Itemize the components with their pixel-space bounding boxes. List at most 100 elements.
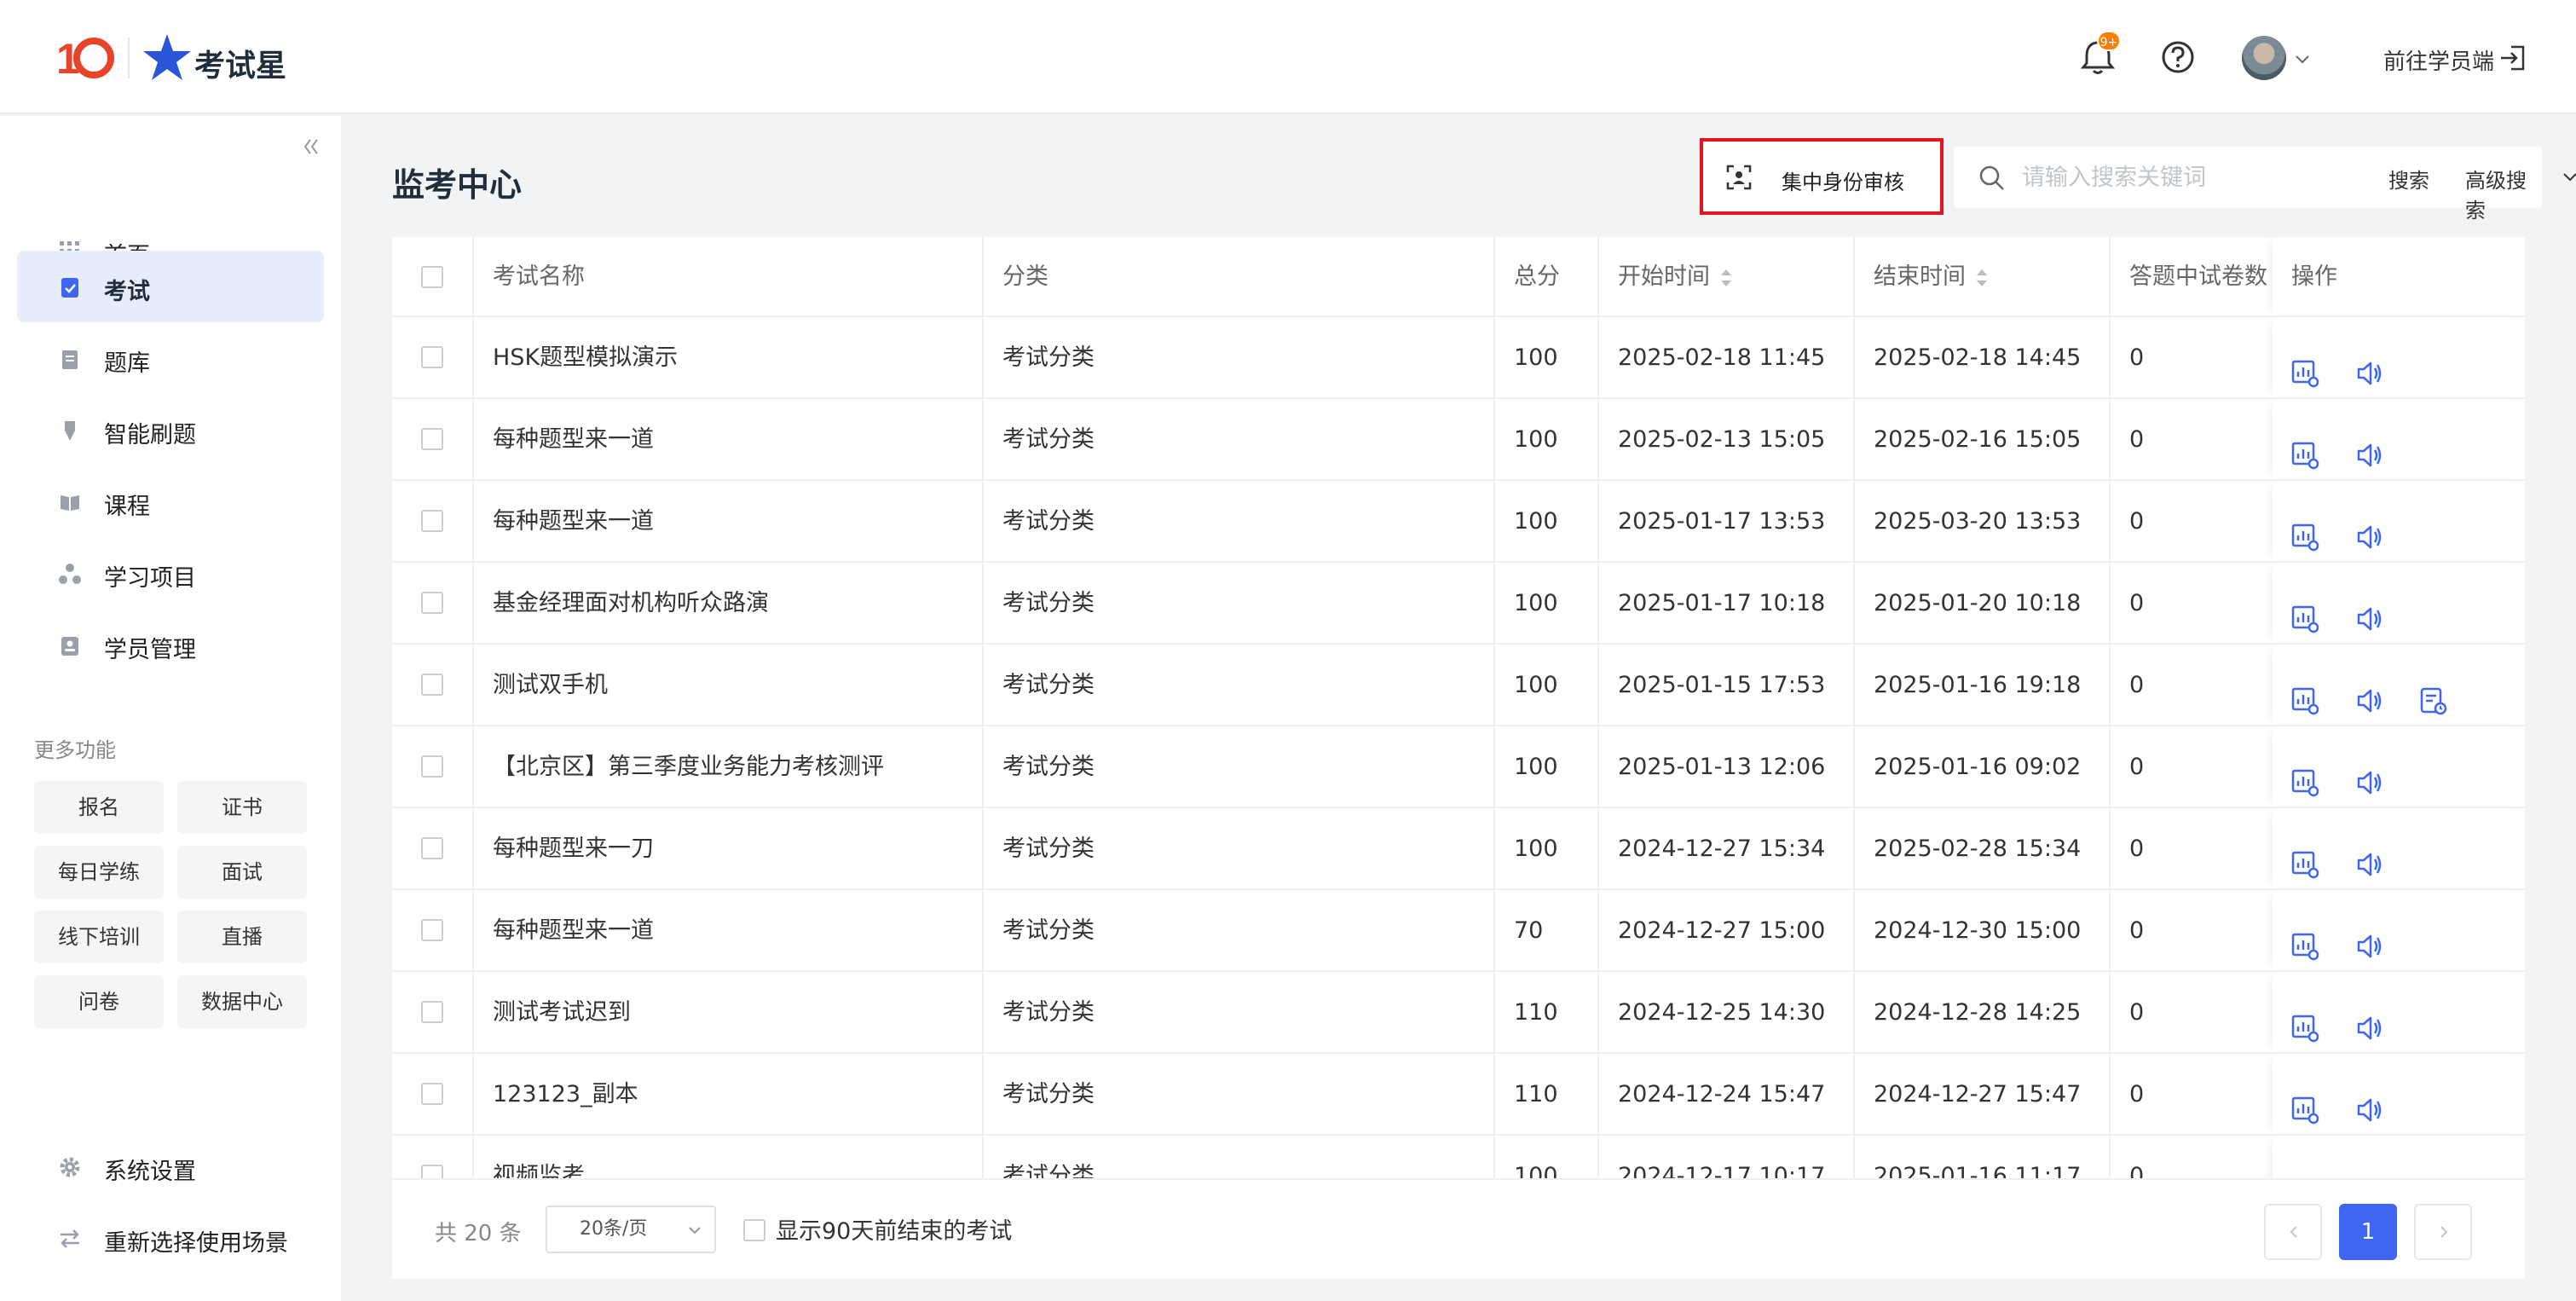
page-1-button[interactable]: 1 <box>2339 1204 2397 1260</box>
broadcast-speaker-icon[interactable] <box>2354 668 2385 713</box>
table-row[interactable]: HSK题型模拟演示 考试分类 100 2025-02-18 11:45 2025-02-… <box>392 317 2525 399</box>
broadcast-speaker-icon[interactable] <box>2354 587 2385 631</box>
function-certificate-button[interactable]: 证书 <box>177 781 307 834</box>
row-checkbox[interactable] <box>421 1165 443 1178</box>
actions-cell <box>2273 645 2525 725</box>
star-logo-icon[interactable] <box>142 32 193 82</box>
monitor-icon[interactable] <box>2290 505 2320 552</box>
table-row[interactable]: 基金经理面对机构听众路演 考试分类 100 2025-01-17 10:18 2025-… <box>392 563 2525 645</box>
exam-name-cell[interactable]: 测试双手机 <box>474 645 984 725</box>
sidebar-item-exam[interactable]: 考试 <box>17 251 324 322</box>
row-checkbox[interactable] <box>421 755 443 778</box>
broadcast-speaker-icon[interactable] <box>2354 996 2385 1040</box>
table-row[interactable]: 测试考试迟到 考试分类 110 2024-12-25 14:30 2024-12-28 … <box>392 972 2525 1054</box>
monitor-icon[interactable] <box>2290 423 2320 470</box>
broadcast-speaker-icon[interactable] <box>2354 750 2385 795</box>
row-checkbox[interactable] <box>421 428 443 450</box>
next-page-button[interactable] <box>2414 1204 2472 1260</box>
sidebar-item-study-project[interactable]: 学习项目 <box>17 537 324 609</box>
collapse-sidebar-icon[interactable] <box>298 135 322 159</box>
row-checkbox[interactable] <box>421 919 443 941</box>
function-live-button[interactable]: 直播 <box>177 911 307 963</box>
row-checkbox[interactable] <box>421 674 443 696</box>
search-input[interactable] <box>2022 155 2329 199</box>
broadcast-speaker-icon[interactable] <box>2354 341 2385 385</box>
function-register-button[interactable]: 报名 <box>34 781 164 834</box>
broadcast-speaker-icon[interactable] <box>2354 832 2385 876</box>
exam-name-cell[interactable]: 测试考试迟到 <box>474 972 984 1052</box>
exam-name-cell[interactable]: 每种题型来一刀 <box>474 808 984 888</box>
sidebar-item-smart-practice[interactable]: 智能刷题 <box>17 394 324 465</box>
table-row[interactable]: 每种题型来一道 考试分类 70 2024-12-27 15:00 2024-12-30 … <box>392 890 2525 972</box>
table-row[interactable]: 每种题型来一刀 考试分类 100 2024-12-27 15:34 2025-02-28… <box>392 808 2525 890</box>
function-data-center-button[interactable]: 数据中心 <box>177 975 307 1028</box>
exam-name-cell[interactable]: 【北京区】第三季度业务能力考核测评 <box>474 726 984 807</box>
exam-name-cell[interactable]: 每种题型来一道 <box>474 399 984 479</box>
sidebar-item-reselect-scene[interactable]: 重新选择使用场景 <box>17 1202 324 1274</box>
show-old-exams-checkbox[interactable] <box>743 1219 765 1241</box>
monitor-icon[interactable] <box>2290 668 2320 715</box>
monitor-icon[interactable] <box>2290 587 2320 633</box>
table-row[interactable]: 123123_副本 考试分类 110 2024-12-24 15:47 2024-12-… <box>392 1054 2525 1136</box>
broadcast-speaker-icon[interactable] <box>2354 1078 2385 1122</box>
function-offline-training-button[interactable]: 线下培训 <box>34 911 164 963</box>
end-time-cell: 2024-12-30 15:00 <box>1855 890 2111 970</box>
chevron-down-icon[interactable] <box>2561 167 2576 186</box>
record-clock-icon[interactable] <box>2417 1159 2448 1178</box>
row-checkbox[interactable] <box>421 837 443 859</box>
exam-name-cell[interactable]: 每种题型来一道 <box>474 890 984 970</box>
broadcast-speaker-icon[interactable] <box>2354 1159 2385 1178</box>
sidebar-item-question-bank[interactable]: 题库 <box>17 322 324 394</box>
column-header-end-time[interactable]: 结束时间 <box>1855 237 2111 315</box>
table-row[interactable]: 每种题型来一道 考试分类 100 2025-02-13 15:05 2025-02-16… <box>392 399 2525 481</box>
exam-name-cell[interactable]: 123123_副本 <box>474 1054 984 1134</box>
column-header-start-time[interactable]: 开始时间 <box>1599 237 1855 315</box>
function-daily-practice-button[interactable]: 每日学练 <box>34 846 164 899</box>
broadcast-speaker-icon[interactable] <box>2354 505 2385 549</box>
user-avatar[interactable] <box>2242 36 2286 80</box>
monitor-icon[interactable] <box>2290 914 2320 961</box>
centralized-identity-review-button[interactable]: 集中身份审核 <box>1700 138 1944 215</box>
table-row[interactable]: 视频监考 考试分类 100 2024-12-17 10:17 2025-01-16 11… <box>392 1136 2525 1178</box>
student-portal-link[interactable]: 前往学员端 <box>2383 44 2494 76</box>
chevron-down-icon[interactable] <box>2293 49 2312 68</box>
brand-name[interactable]: 考试星 <box>194 41 286 85</box>
row-checkbox[interactable] <box>421 1083 443 1105</box>
prev-page-button[interactable] <box>2264 1204 2322 1260</box>
row-checkbox[interactable] <box>421 592 443 614</box>
help-icon[interactable] <box>2157 36 2199 78</box>
row-checkbox[interactable] <box>421 1001 443 1023</box>
monitor-icon[interactable] <box>2290 1159 2320 1178</box>
sort-icon[interactable] <box>1718 267 1734 289</box>
table-row[interactable]: 测试双手机 考试分类 100 2025-01-15 17:53 2025-01-16 1… <box>392 645 2525 726</box>
exit-icon[interactable] <box>2498 43 2528 73</box>
record-clock-icon[interactable] <box>2417 668 2448 715</box>
table-row[interactable]: 【北京区】第三季度业务能力考核测评 考试分类 100 2025-01-13 12:06… <box>392 726 2525 808</box>
brand-10-logo[interactable]: 1 <box>56 32 116 84</box>
row-checkbox[interactable] <box>421 510 443 532</box>
search-button[interactable]: 搜索 <box>2388 164 2429 194</box>
function-interview-button[interactable]: 面试 <box>177 846 307 899</box>
exam-name-cell[interactable]: 基金经理面对机构听众路演 <box>474 563 984 643</box>
exam-name-cell[interactable]: 视频监考 <box>474 1136 984 1178</box>
function-survey-button[interactable]: 问卷 <box>34 975 164 1028</box>
monitor-icon[interactable] <box>2290 750 2320 797</box>
broadcast-speaker-icon[interactable] <box>2354 914 2385 958</box>
exam-name-cell[interactable]: 每种题型来一道 <box>474 481 984 561</box>
monitor-icon[interactable] <box>2290 341 2320 388</box>
show-old-exams-label[interactable]: 显示90天前结束的考试 <box>776 1212 1012 1246</box>
sidebar-item-system-settings[interactable]: 系统设置 <box>17 1130 324 1202</box>
sidebar-item-course[interactable]: 课程 <box>17 465 324 537</box>
monitor-icon[interactable] <box>2290 1078 2320 1125</box>
broadcast-speaker-icon[interactable] <box>2354 423 2385 467</box>
row-checkbox[interactable] <box>421 346 443 368</box>
sort-icon[interactable] <box>1974 267 1990 289</box>
select-all-checkbox[interactable] <box>421 266 443 288</box>
advanced-search-button[interactable]: 高级搜索 <box>2465 164 2542 223</box>
page-size-select[interactable]: 20条/页 <box>546 1206 716 1253</box>
monitor-icon[interactable] <box>2290 996 2320 1043</box>
table-row[interactable]: 每种题型来一道 考试分类 100 2025-01-17 13:53 2025-03-20… <box>392 481 2525 563</box>
monitor-icon[interactable] <box>2290 832 2320 879</box>
exam-name-cell[interactable]: HSK题型模拟演示 <box>474 317 984 397</box>
sidebar-item-student-management[interactable]: 学员管理 <box>17 609 324 680</box>
